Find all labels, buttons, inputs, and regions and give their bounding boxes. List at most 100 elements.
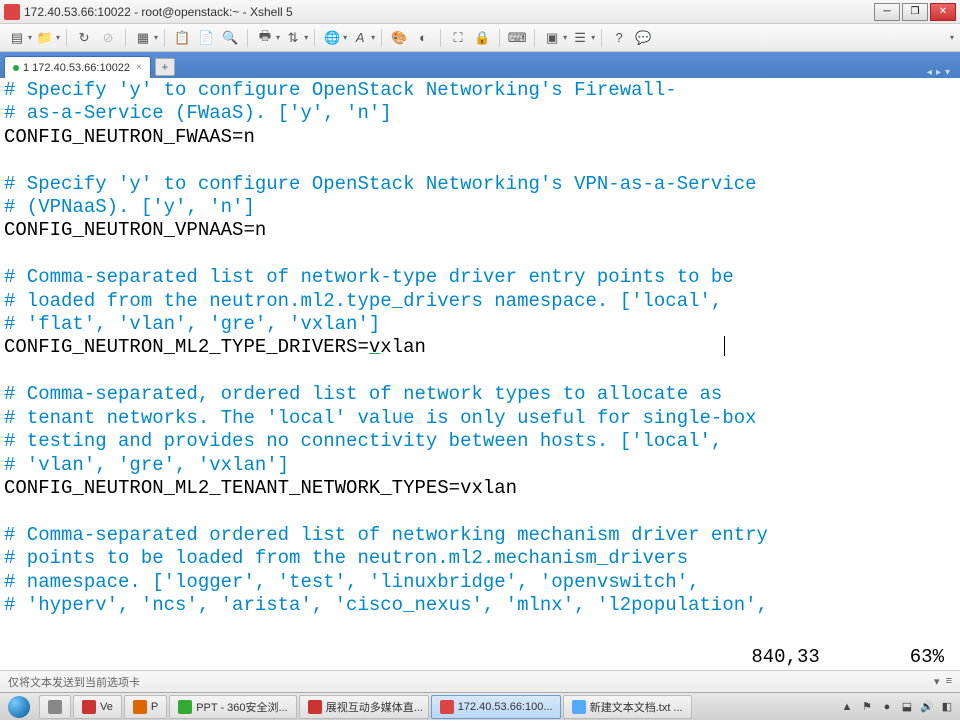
transfer-icon[interactable]: ⇅ [282,27,304,49]
copy-icon[interactable]: 📋 [171,27,193,49]
config-key: CONFIG_NEUTRON_ML2_TENANT_NETWORK_TYPES= [4,477,460,499]
taskbar-item[interactable]: 展视互动多媒体直... [299,695,429,719]
volume-icon[interactable]: 🔊 [920,700,934,714]
help-icon[interactable]: ? [608,27,630,49]
comment-line: # 'flat', 'vlan', 'gre', 'vxlan'] [4,313,380,335]
titlebar: 172.40.53.66:10022 - root@openstack:~ - … [0,0,960,24]
statusbar: 仅将文本发送到当前选项卡 ▾ ≡ [0,670,960,692]
fullscreen-icon[interactable]: ⛶ [447,27,469,49]
windows-icon [8,696,30,718]
taskbar-item[interactable]: PPT - 360安全浏... [169,695,297,719]
minimize-button[interactable]: ─ [874,3,900,21]
task-app-icon [133,700,147,714]
comment-line: # points to be loaded from the neutron.m… [4,547,688,569]
connected-indicator-icon [13,65,19,71]
terminal[interactable]: # Specify 'y' to configure OpenStack Net… [0,78,960,670]
task-app-icon [440,700,454,714]
layout-icon[interactable]: ▣ [541,27,563,49]
disconnect-icon[interactable]: ⊘ [97,27,119,49]
tab-close-icon[interactable]: × [136,62,142,73]
status-dropdown-icon[interactable]: ▾ [934,675,940,688]
comment-line: # Specify 'y' to configure OpenStack Net… [4,173,757,195]
status-menu-icon[interactable]: ≡ [946,675,952,688]
task-app-icon [572,700,586,714]
font-icon[interactable]: A [349,27,371,49]
config-key: CONFIG_NEUTRON_VPNAAS= [4,219,255,241]
close-button[interactable]: ✕ [930,3,956,21]
task-app-icon [48,700,62,714]
tab-list-icon[interactable]: ▾ [945,67,950,78]
window-title: 172.40.53.66:10022 - root@openstack:~ - … [24,5,874,19]
tab-session-1[interactable]: 1 172.40.53.66:10022 × [4,56,151,78]
toolbar-overflow-icon[interactable]: ▾ [950,33,954,42]
tray-icon[interactable]: ● [880,700,894,714]
reconnect-icon[interactable]: ↻ [73,27,95,49]
comment-line: # loaded from the neutron.ml2.type_drive… [4,290,722,312]
paste-icon[interactable]: 📄 [195,27,217,49]
config-value: v [369,336,380,358]
taskbar-item[interactable] [39,695,71,719]
tray-arrow-icon[interactable]: ▲ [840,700,854,714]
print-icon[interactable]: 🖶 [254,27,276,49]
task-label: 新建文本文档.txt ... [590,699,683,715]
task-label: 展视互动多媒体直... [326,699,423,715]
properties-icon[interactable]: ▦ [132,27,154,49]
task-label: 172.40.53.66:100... [458,701,553,713]
taskbar: Ve P PPT - 360安全浏... 展视互动多媒体直... 172.40.53.6… [0,692,960,720]
comment-line: # 'hyperv', 'ncs', 'arista', 'cisco_nexu… [4,594,768,616]
comment-line: # Specify 'y' to configure OpenStack Net… [4,79,677,101]
config-value: xlan [380,336,426,358]
comment-line: # Comma-separated ordered list of networ… [4,524,768,546]
task-app-icon [82,700,96,714]
comment-line: # namespace. ['logger', 'test', 'linuxbr… [4,571,700,593]
task-app-icon [178,700,192,714]
comment-line: # (VPNaaS). ['y', 'n'] [4,196,255,218]
config-key: CONFIG_NEUTRON_FWAAS= [4,126,243,148]
task-label: Ve [100,701,113,713]
scheme-icon[interactable]: ◐ [412,27,434,49]
tray-icon[interactable]: ⬓ [900,700,914,714]
taskbar-item[interactable]: 新建文本文档.txt ... [563,695,692,719]
feedback-icon[interactable]: 💬 [632,27,654,49]
keyboard-icon[interactable]: ⌨ [506,27,528,49]
start-button[interactable] [0,693,38,721]
tab-next-icon[interactable]: ▸ [936,67,941,78]
find-icon[interactable]: 🔍 [219,27,241,49]
comment-line: # Comma-separated, ordered list of netwo… [4,383,722,405]
status-text: 仅将文本发送到当前选项卡 [8,674,140,690]
comment-line: # as-a-Service (FWaaS). ['y', 'n'] [4,102,392,124]
task-label: P [151,701,158,713]
taskbar-item[interactable]: 172.40.53.66:100... [431,695,561,719]
new-session-icon[interactable]: ▤ [6,27,28,49]
comment-line: # testing and provides no connectivity b… [4,430,722,452]
tabbar: 1 172.40.53.66:10022 × + ◂ ▸ ▾ [0,52,960,78]
config-value: n [243,126,254,148]
open-icon[interactable]: 📁 [34,27,56,49]
config-value: vxlan [460,477,517,499]
tray-icon[interactable]: ◧ [940,700,954,714]
encoding-icon[interactable]: 🌐 [321,27,343,49]
comment-line: # Comma-separated list of network-type d… [4,266,734,288]
comment-line: # tenant networks. The 'local' value is … [4,407,757,429]
editor-position-indicator: 840,33 63% [751,646,944,668]
window-controls: ─ ❐ ✕ [874,3,956,21]
lock-icon[interactable]: 🔒 [471,27,493,49]
taskbar-item[interactable]: P [124,695,167,719]
cursor-position: 840,33 [751,646,819,668]
system-tray: ▲ ⚑ ● ⬓ 🔊 ◧ [834,700,960,714]
tab-label: 1 172.40.53.66:10022 [23,62,130,74]
config-value: n [255,219,266,241]
app-icon [4,4,20,20]
color-icon[interactable]: 🎨 [388,27,410,49]
scroll-percent: 63% [910,646,944,668]
taskbar-item[interactable]: Ve [73,695,122,719]
comment-line: # 'vlan', 'gre', 'vxlan'] [4,454,289,476]
toolbar: ▤▾ 📁▾ ↻ ⊘ ▦▾ 📋 📄 🔍 🖶▾ ⇅▾ 🌐▾ A▾ 🎨 ◐ ⛶ 🔒 ⌨… [0,24,960,52]
task-label: PPT - 360安全浏... [196,699,288,715]
tile-icon[interactable]: ☰ [569,27,591,49]
tray-icon[interactable]: ⚑ [860,700,874,714]
tab-prev-icon[interactable]: ◂ [927,67,932,78]
tab-add-button[interactable]: + [155,58,175,76]
maximize-button[interactable]: ❐ [902,3,928,21]
config-key: CONFIG_NEUTRON_ML2_TYPE_DRIVERS= [4,336,369,358]
